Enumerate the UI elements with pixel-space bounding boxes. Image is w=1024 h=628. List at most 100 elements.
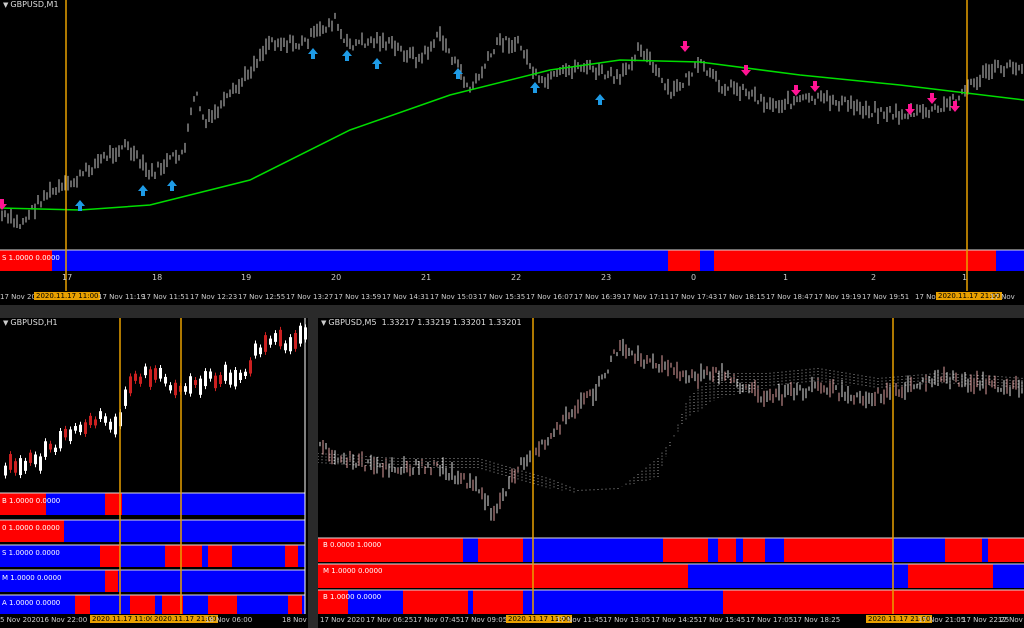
candle-body — [54, 447, 57, 453]
sell-arrow-icon — [810, 81, 820, 92]
candle-body — [19, 458, 22, 476]
candle-body — [259, 347, 262, 355]
candle-body — [9, 454, 12, 470]
indicator-band-red-segment — [714, 250, 996, 271]
candle-body — [39, 456, 42, 471]
candle-body — [174, 382, 177, 396]
chart-title: ▼ GBPUSD,M1 — [3, 0, 59, 9]
time-axis-label: 18 Nov — [282, 616, 307, 624]
candle-body — [109, 421, 112, 430]
candle-body — [134, 373, 137, 381]
time-axis-label: 17 Nov 15:35 — [478, 293, 526, 301]
indicator-band-red-segment — [473, 590, 523, 614]
candle-body — [184, 386, 187, 392]
buy-arrow-icon — [342, 50, 352, 61]
candle-body — [64, 428, 67, 438]
candle-body — [239, 372, 242, 380]
candle-body — [24, 460, 27, 471]
candle-body — [199, 378, 202, 395]
buy-arrow-icon — [138, 185, 148, 196]
candle-body — [279, 329, 282, 347]
candle-body — [299, 325, 302, 344]
candle-body — [104, 416, 107, 423]
time-axis-label: 17 Nov 17:05 — [746, 616, 794, 624]
moving-average-line — [0, 59, 1024, 211]
buy-arrow-icon — [308, 48, 318, 59]
candle-body — [89, 415, 92, 426]
time-axis-label: 17 Nov 2020 — [320, 616, 365, 624]
time-axis-label: 17 Nov 21:05 — [918, 616, 966, 624]
chart-title: ▼ GBPUSD,H1 — [3, 318, 58, 327]
indicator-label: B 0.0000 1.0000 — [323, 541, 382, 549]
chart-window-m1[interactable]: ▼ GBPUSD,M1 S 1.0000 0.0000 17 18 19 20 21 22 2… — [0, 0, 1024, 305]
indicator-band-red-segment — [723, 590, 1024, 614]
time-axis-label: 17 Nov 18:15 — [718, 293, 766, 301]
candle-body — [224, 364, 227, 381]
sell-arrow-icon — [950, 101, 960, 112]
time-axis-label: 17 Nov — [990, 293, 1015, 301]
candle-body — [154, 368, 157, 380]
candle-body — [29, 452, 32, 463]
time-axis-label: 17 Nov 07:45 — [413, 616, 461, 624]
time-axis-label: 17 Nov 15:45 — [698, 616, 746, 624]
candle-body — [84, 422, 87, 434]
candle-body — [164, 376, 167, 384]
indicator-label: S 1.0000 0.0000 — [2, 254, 60, 262]
time-axis-label: 17 Nov 17:11 — [622, 293, 670, 301]
time-axis-label: 17 Nov 11:45 — [556, 616, 604, 624]
quote-values: 1.33217 1.33219 1.33201 1.33201 — [381, 318, 522, 327]
time-axis-label: 17 Nov 11:19 — [98, 293, 146, 301]
buy-arrow-icon — [372, 58, 382, 69]
time-axis: 5 Nov 2020 16 Nov 22:00 2020.11.17 11:00 20… — [0, 614, 308, 628]
indicator-band-red-segment — [165, 545, 202, 567]
candle-body — [169, 385, 172, 391]
candle-body — [99, 411, 102, 419]
candle-body — [114, 416, 117, 435]
chart-window-m5[interactable]: ▼ GBPUSD,M5 1.33217 1.33219 1.33201 1.332… — [318, 318, 1024, 628]
time-axis-label: 17 Nov 14:25 — [651, 616, 699, 624]
day-label: 23 — [601, 273, 612, 282]
time-axis-label: 17 Nov 15:03 — [430, 293, 478, 301]
indicator-band-red-segment — [285, 545, 298, 567]
buy-arrow-icon — [167, 180, 177, 191]
chart-window-h1[interactable]: ▼ GBPUSD,H1 B 1.0000 0.0000 0 1.0000 0.000… — [0, 318, 308, 628]
time-axis-label: 17 Nov 18:25 — [793, 616, 841, 624]
candle-body — [254, 343, 257, 356]
indicator-band-red-segment — [988, 538, 1024, 562]
time-axis-label: 17 Nov 19:19 — [814, 293, 862, 301]
collapse-icon: ▼ — [321, 319, 327, 327]
time-axis-label: 17 Nov 16:07 — [526, 293, 574, 301]
sell-arrow-icon — [791, 85, 801, 96]
price-chart-svg — [0, 0, 1024, 291]
time-axis: 17 Nov 2020 2020.11.17 11:00 17 Nov 11:19 1… — [0, 291, 1024, 305]
candle-body — [159, 367, 162, 379]
candle-body — [129, 376, 132, 394]
time-axis-label: 17 Nov 06:25 — [366, 616, 414, 624]
indicator-band-red-segment — [105, 570, 118, 592]
indicator-label: B 1.0000 0.0000 — [2, 497, 61, 505]
time-axis-label: 17 Nov 19:51 — [862, 293, 910, 301]
candle-body — [274, 333, 277, 342]
candle-body — [139, 376, 142, 384]
time-axis-label: 17 Nov 11:51 — [142, 293, 190, 301]
day-label: 1 — [962, 273, 968, 282]
indicator-label: A 1.0000 0.0000 — [2, 599, 61, 607]
candle-body — [229, 372, 232, 385]
candle-body — [4, 465, 7, 476]
buy-arrow-icon — [530, 82, 540, 93]
candle-body — [59, 431, 62, 449]
time-axis-label: 17 Nov 23 — [998, 616, 1024, 624]
candle-body — [69, 429, 72, 442]
candle-body — [74, 426, 77, 431]
time-axis: 17 Nov 2020 17 Nov 06:25 17 Nov 07:45 17 No… — [318, 614, 1024, 628]
collapse-icon: ▼ — [3, 1, 9, 9]
time-axis-label: 5 Nov 2020 — [0, 616, 41, 624]
candle-body — [34, 454, 37, 465]
candle-body — [204, 371, 207, 387]
candle-body — [49, 443, 52, 450]
indicator-band-red-segment — [668, 250, 700, 271]
candle-body — [79, 424, 82, 433]
candle-body — [284, 343, 287, 351]
indicator-band-red-segment — [663, 538, 708, 562]
time-axis-label: 17 Nov 12:55 — [238, 293, 286, 301]
